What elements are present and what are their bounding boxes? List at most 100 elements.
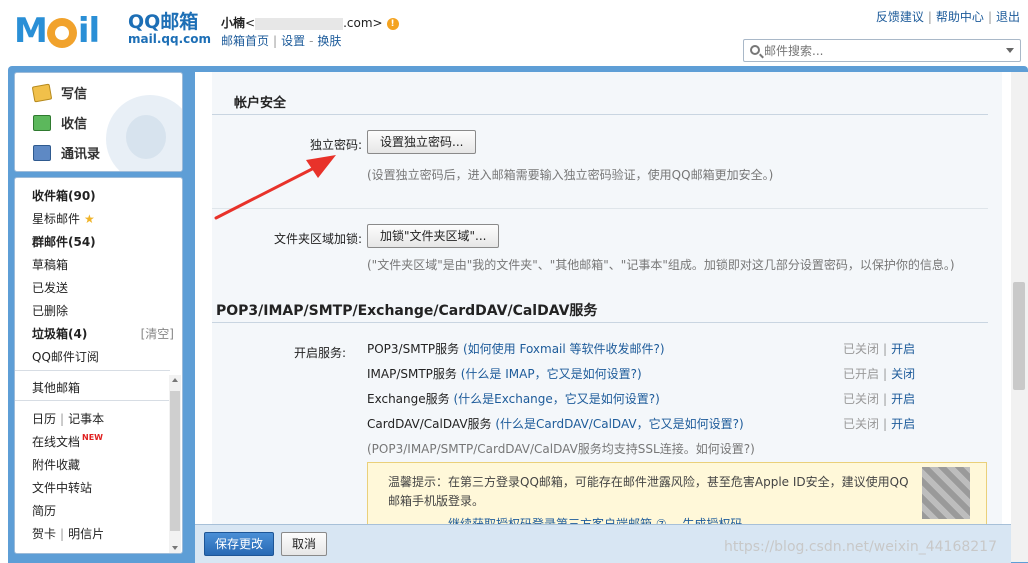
- scroll-down-icon[interactable]: [172, 546, 178, 550]
- sidebar-item-postcard[interactable]: 明信片: [68, 527, 104, 541]
- cancel-button[interactable]: 取消: [281, 532, 328, 556]
- contact-card-icon: [33, 144, 51, 161]
- sidebar-item-resume[interactable]: 简历: [32, 502, 56, 519]
- top-links: 反馈建议 | 帮助中心 | 退出: [875, 10, 1020, 24]
- penguin-decoration: [106, 95, 182, 171]
- carddav-toggle-link[interactable]: 开启: [891, 417, 915, 431]
- service-imap-smtp: IMAP/SMTP服务 (什么是 IMAP，它又是如何设置?): [367, 367, 642, 381]
- lock-folder-area-button[interactable]: 加锁"文件夹区域"...: [367, 224, 500, 248]
- exchange-toggle-link[interactable]: 开启: [891, 392, 915, 406]
- action-bar: 保存更改 取消 https://blog.csdn.net/weixin_441…: [195, 524, 1011, 563]
- compose-button[interactable]: 写信: [31, 83, 87, 102]
- user-info: 小楠< .com>!: [221, 14, 399, 31]
- sidebar-item-sent[interactable]: 已发送: [32, 279, 68, 296]
- scroll-up-icon[interactable]: [172, 378, 178, 382]
- feedback-link[interactable]: 反馈建议: [876, 10, 924, 24]
- pop3-state: 已关闭 | 开启: [843, 342, 916, 356]
- sidebar-folders: 收件箱(90) 星标邮件 ★ 群邮件(54) 草稿箱 已发送 已删除 垃圾箱(4)…: [14, 177, 183, 554]
- service-pop3-smtp: POP3/SMTP服务 (如何使用 Foxmail 等软件收发邮件?): [367, 342, 665, 356]
- star-icon: ★: [84, 212, 95, 226]
- section-divider: [212, 114, 988, 115]
- sidebar-item-subscriptions[interactable]: QQ邮件订阅: [32, 348, 99, 365]
- user-nav: 邮箱首页 | 设置 - 换肤: [221, 34, 342, 48]
- page-scrollbar[interactable]: [1011, 72, 1028, 562]
- exchange-state: 已关闭 | 开启: [843, 392, 916, 406]
- sidebar-item-calendar[interactable]: 日历: [32, 412, 56, 426]
- service-exchange: Exchange服务 (什么是Exchange，它又是如何设置?): [367, 392, 660, 406]
- qq-mail-logo[interactable]: Mil: [14, 8, 124, 54]
- section-divider: [212, 322, 988, 323]
- cards-row: 贺卡 | 明信片: [32, 527, 105, 541]
- clear-spam-link[interactable]: [清空]: [141, 325, 174, 342]
- logout-link[interactable]: 退出: [996, 10, 1020, 24]
- settings-link[interactable]: 设置: [281, 34, 305, 48]
- brand-name: QQ邮箱: [128, 11, 199, 33]
- pop3-help-link[interactable]: (如何使用 Foxmail 等软件收发邮件?): [463, 342, 665, 356]
- exchange-help-link[interactable]: (什么是Exchange，它又是如何设置?): [453, 392, 659, 406]
- divider: [15, 370, 170, 371]
- chevron-down-icon[interactable]: [1006, 48, 1014, 53]
- sidebar-item-notes[interactable]: 记事本: [68, 412, 104, 426]
- brand: QQ邮箱 mail.qq.com: [128, 12, 211, 46]
- pencil-icon: [31, 83, 53, 102]
- page-scroll-thumb[interactable]: [1013, 282, 1025, 390]
- change-skin-link[interactable]: 换肤: [317, 34, 341, 48]
- sidebar-item-greeting-card[interactable]: 贺卡: [32, 527, 56, 541]
- carddav-help-link[interactable]: (什么是CardDAV/CalDAV，它又是如何设置?): [495, 417, 743, 431]
- warning-icon[interactable]: !: [386, 17, 399, 30]
- warm-tip-text: 温馨提示：在第三方登录QQ邮箱，可能存在邮件泄露风险，甚至危害Apple ID安…: [388, 475, 909, 508]
- sidebar-item-other-mailbox[interactable]: 其他邮箱: [32, 379, 80, 396]
- settings-content: 帐户安全 独立密码: 设置独立密码... (设置独立密码后，进入邮箱需要输入独立…: [212, 72, 1002, 524]
- sidebar-item-inbox[interactable]: 收件箱(90): [32, 187, 96, 204]
- divider: [15, 400, 170, 401]
- search-icon: [750, 45, 760, 55]
- help-center-link[interactable]: 帮助中心: [936, 10, 984, 24]
- watermark: https://blog.csdn.net/weixin_44168217: [723, 539, 997, 555]
- receive-button[interactable]: 收信: [33, 113, 87, 132]
- sidebar-scrollbar[interactable]: [169, 375, 181, 553]
- sidebar-item-attachments[interactable]: 附件收藏: [32, 456, 80, 473]
- sidebar-item-starred[interactable]: 星标邮件 ★: [32, 210, 95, 227]
- mail-search-box[interactable]: [743, 39, 1021, 62]
- sidebar-actions: 写信 收信 通讯录: [14, 72, 183, 172]
- bell-icon: [46, 18, 77, 48]
- service-carddav-caldav: CardDAV/CalDAV服务 (什么是CardDAV/CalDAV，它又是如…: [367, 417, 744, 431]
- enable-services-label: 开启服务:: [293, 346, 346, 360]
- pop3-toggle-link[interactable]: 开启: [891, 342, 915, 356]
- header: Mil QQ邮箱 mail.qq.com 小楠< .com>! 邮箱首页 | 设置 - 换…: [0, 0, 1028, 68]
- imap-state: 已开启 | 关闭: [843, 367, 916, 381]
- sidebar-item-spam[interactable]: 垃圾箱(4): [32, 325, 87, 342]
- sidebar-item-online-docs[interactable]: 在线文档 NEW: [32, 433, 103, 450]
- user-name: 小楠: [221, 16, 246, 30]
- sidebar-item-group-mail[interactable]: 群邮件(54): [32, 233, 96, 250]
- sidebar-item-file-transfer[interactable]: 文件中转站: [32, 479, 92, 496]
- inbox-download-icon: [33, 114, 51, 131]
- new-badge: NEW: [82, 433, 103, 442]
- contacts-button[interactable]: 通讯录: [33, 143, 100, 162]
- imap-toggle-link[interactable]: 关闭: [891, 367, 915, 381]
- carddav-state: 已关闭 | 开启: [843, 417, 916, 431]
- independent-password-label: 独立密码:: [309, 138, 362, 152]
- sidebar-item-deleted[interactable]: 已删除: [32, 302, 68, 319]
- ssl-note[interactable]: (POP3/IMAP/SMTP/CardDAV/CalDAV服务均支持SSL连接…: [367, 440, 755, 457]
- imap-help-link[interactable]: (什么是 IMAP，它又是如何设置?): [461, 367, 642, 381]
- account-security-title: 帐户安全: [234, 96, 287, 111]
- row-divider: [212, 208, 988, 209]
- set-independent-password-button[interactable]: 设置独立密码...: [367, 130, 477, 154]
- warm-tip-box: 温馨提示：在第三方登录QQ邮箱，可能存在邮件泄露风险，甚至危害Apple ID安…: [367, 462, 987, 524]
- services-title: POP3/IMAP/SMTP/Exchange/CardDAV/CalDAV服务: [216, 303, 598, 319]
- qr-code-image: [922, 467, 970, 519]
- folder-lock-hint: ("文件夹区域"是由"我的文件夹"、"其他邮箱"、"记事本"组成。加锁即对这几部…: [367, 258, 955, 272]
- mailbox-home-link[interactable]: 邮箱首页: [221, 34, 269, 48]
- folder-lock-label: 文件夹区域加锁:: [273, 232, 362, 246]
- independent-password-hint: (设置独立密码后，进入邮箱需要输入独立密码验证，使用QQ邮箱更加安全。): [367, 168, 774, 182]
- save-changes-button[interactable]: 保存更改: [204, 532, 275, 556]
- settings-panel: 帐户安全 独立密码: 设置独立密码... (设置独立密码后，进入邮箱需要输入独立…: [195, 72, 1011, 524]
- redacted-email: [255, 17, 344, 30]
- calendar-notes-row: 日历 | 记事本: [32, 412, 105, 426]
- sidebar-item-drafts[interactable]: 草稿箱: [32, 256, 68, 273]
- sidebar-scroll-thumb[interactable]: [170, 391, 180, 531]
- brand-url: mail.qq.com: [128, 31, 211, 46]
- auth-code-link[interactable]: 继续获取授权码登录第三方客户端邮箱 ⑦。 生成授权码: [448, 515, 742, 524]
- search-input[interactable]: [764, 43, 994, 58]
